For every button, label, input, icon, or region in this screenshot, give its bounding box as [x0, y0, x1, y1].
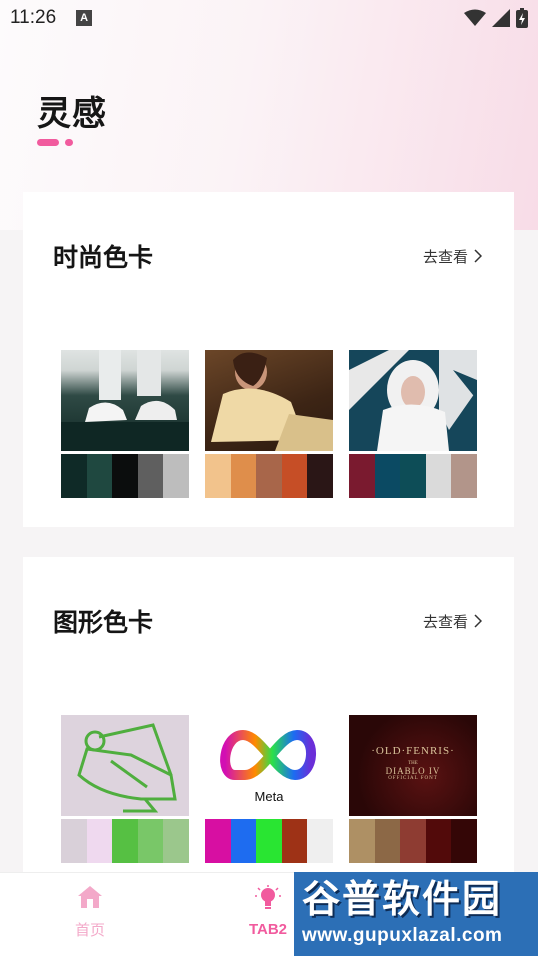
section-header: 图形色卡 去查看 [53, 605, 482, 637]
battery-icon [516, 8, 528, 28]
palette-color [374, 454, 401, 498]
palette-color [374, 819, 401, 863]
swatch-row [61, 350, 477, 498]
palette-color [281, 819, 308, 863]
palette-color [163, 454, 189, 498]
woman-gold-photo [205, 350, 333, 451]
meta-logo: Meta [205, 715, 333, 816]
poster-line: ·OLD·FENRIS· [371, 745, 455, 757]
swatch-card[interactable] [61, 350, 189, 498]
accent-bar [37, 139, 59, 146]
section-header: 时尚色卡 去查看 [53, 240, 482, 272]
watermark-text: 谷普软件园 [302, 879, 503, 921]
palette-color [137, 819, 164, 863]
graphic-palette-card: 图形色卡 去查看 Meta ·OLD·FENRIS· THE DIABLO IV… [23, 557, 514, 887]
section-title: 时尚色卡 [53, 243, 154, 272]
lightbulb-icon [255, 885, 281, 909]
view-more-link[interactable]: 去查看 [423, 611, 482, 632]
color-palette [61, 454, 189, 498]
palette-color [281, 454, 308, 498]
palette-color [112, 819, 138, 863]
page-title: 灵感 [37, 94, 107, 134]
white-hood-photo [349, 350, 477, 451]
status-bar: 11:26 A [0, 0, 538, 36]
wifi-icon [464, 9, 486, 26]
palette-color [61, 819, 87, 863]
signal-icon [492, 9, 510, 27]
nav-label: 首页 [74, 922, 105, 939]
color-palette [61, 819, 189, 863]
palette-color [86, 819, 113, 863]
view-more-label: 去查看 [422, 247, 468, 266]
palette-color [307, 454, 333, 498]
meta-caption: Meta [254, 789, 284, 804]
view-more-link[interactable]: 去查看 [423, 246, 482, 267]
nav-home[interactable]: 首页 [50, 885, 130, 940]
fashion-palette-card: 时尚色卡 去查看 [23, 192, 514, 527]
palette-color [86, 454, 113, 498]
palette-color [400, 454, 426, 498]
poster-line: DIABLO IV [385, 766, 441, 776]
palette-color [163, 819, 189, 863]
palette-color [205, 819, 231, 863]
swatch-card[interactable] [205, 350, 333, 498]
poster-line: OFFICIAL FONT [388, 776, 438, 781]
palette-color [307, 819, 333, 863]
color-palette [349, 819, 477, 863]
swatch-card[interactable] [349, 350, 477, 498]
green-line-art [61, 715, 189, 816]
palette-color [400, 819, 426, 863]
color-palette [349, 454, 477, 498]
palette-color [425, 819, 452, 863]
swatch-card[interactable]: ·OLD·FENRIS· THE DIABLO IV OFFICIAL FONT [349, 715, 477, 863]
palette-color [230, 819, 257, 863]
status-icons [464, 8, 528, 28]
notification-icon: A [76, 10, 93, 26]
accent-dot [65, 139, 73, 146]
sneakers-photo [61, 350, 189, 451]
palette-color [205, 454, 231, 498]
palette-color [256, 454, 282, 498]
color-palette [205, 454, 333, 498]
palette-color [349, 454, 375, 498]
palette-color [137, 454, 164, 498]
palette-color [349, 819, 375, 863]
chevron-right-icon [474, 249, 482, 263]
section-title: 图形色卡 [53, 608, 154, 637]
palette-color [256, 819, 282, 863]
color-palette [205, 819, 333, 863]
watermark-overlay: 谷普软件园 www.gupuxlazal.com [294, 872, 538, 956]
palette-color [112, 454, 138, 498]
home-icon [78, 886, 102, 908]
swatch-row: Meta ·OLD·FENRIS· THE DIABLO IV OFFICIAL… [61, 715, 477, 863]
palette-color [451, 819, 477, 863]
watermark-url: www.gupuxlazal.com [302, 925, 503, 946]
view-more-label: 去查看 [422, 612, 468, 631]
swatch-card[interactable] [61, 715, 189, 863]
palette-color [61, 454, 87, 498]
palette-color [230, 454, 257, 498]
title-accent [37, 139, 73, 146]
status-time: 11:26 [10, 7, 57, 28]
palette-color [451, 454, 477, 498]
chevron-right-icon [474, 614, 482, 628]
diablo-poster: ·OLD·FENRIS· THE DIABLO IV OFFICIAL FONT [349, 715, 477, 816]
swatch-card[interactable]: Meta [205, 715, 333, 863]
palette-color [425, 454, 452, 498]
